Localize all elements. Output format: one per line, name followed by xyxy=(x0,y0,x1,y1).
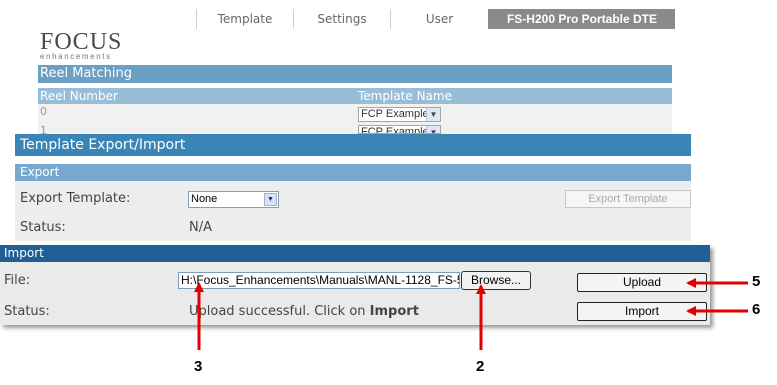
callout-2: 2 xyxy=(476,358,485,375)
callout-3: 3 xyxy=(194,358,203,375)
callout-arrows xyxy=(194,278,748,350)
callout-6: 6 xyxy=(752,301,761,318)
callout-5: 5 xyxy=(752,273,761,290)
